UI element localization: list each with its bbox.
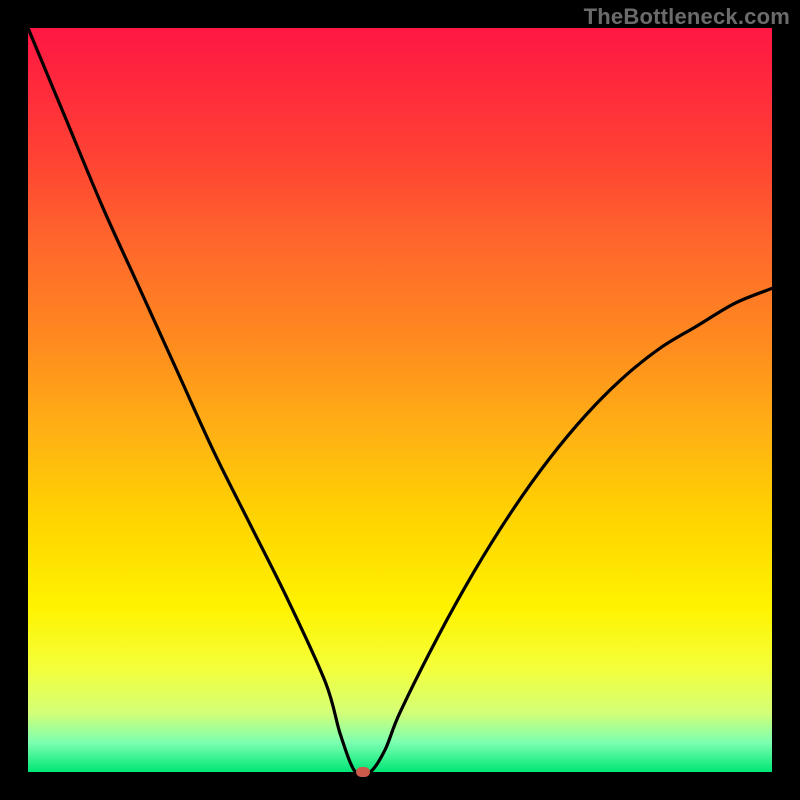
plot-area — [28, 28, 772, 772]
watermark-text: TheBottleneck.com — [584, 4, 790, 30]
curve-path — [28, 28, 772, 776]
chart-frame: TheBottleneck.com — [0, 0, 800, 800]
bottleneck-curve — [28, 28, 772, 772]
optimum-marker — [356, 767, 370, 777]
